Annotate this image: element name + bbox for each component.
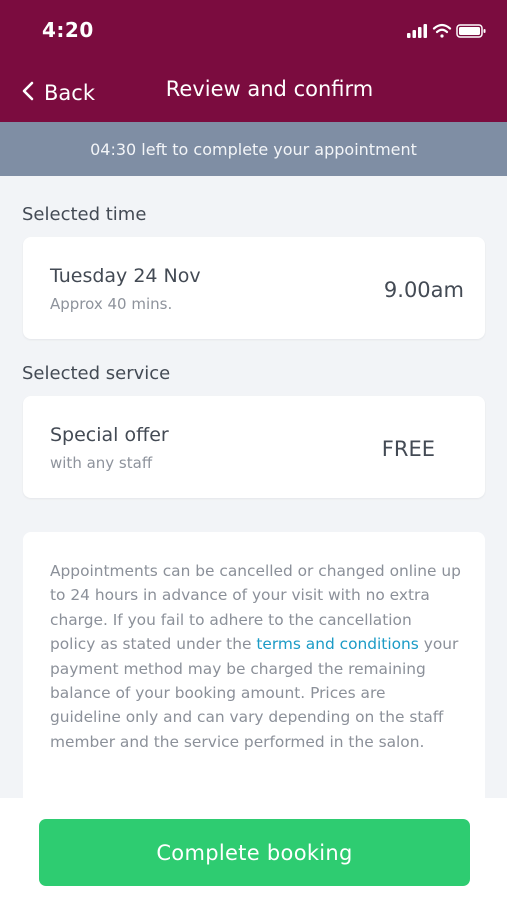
battery-icon — [456, 24, 486, 38]
terms-link[interactable]: terms and conditions — [256, 635, 419, 653]
selected-time-label: Selected time — [22, 204, 147, 225]
cancellation-policy: Appointments can be cancelled or changed… — [23, 532, 485, 832]
service-name: Special offer — [50, 424, 169, 446]
wifi-icon — [432, 23, 452, 38]
footer-bar: Complete booking — [0, 798, 507, 900]
complete-booking-button[interactable]: Complete booking — [39, 819, 470, 886]
status-icons — [407, 22, 487, 42]
selected-service-card: Special offer with any staff FREE — [23, 396, 485, 498]
appointment-time: 9.00am — [383, 278, 464, 302]
status-time: 4:20 — [42, 18, 94, 42]
page-title: Review and confirm — [165, 77, 374, 101]
appointment-duration: Approx 40 mins. — [50, 295, 173, 313]
signal-icon — [407, 24, 427, 38]
service-price: FREE — [381, 437, 435, 461]
service-staff: with any staff — [50, 454, 153, 472]
selected-time-card: Tuesday 24 Nov Approx 40 mins. 9.00am — [23, 237, 485, 339]
appointment-date: Tuesday 24 Nov — [50, 265, 201, 287]
timer-banner: 04:30 left to complete your appointment — [0, 122, 507, 176]
selected-service-label: Selected service — [22, 363, 171, 384]
app-header: 4:20 Back Review and confirm — [0, 0, 507, 122]
